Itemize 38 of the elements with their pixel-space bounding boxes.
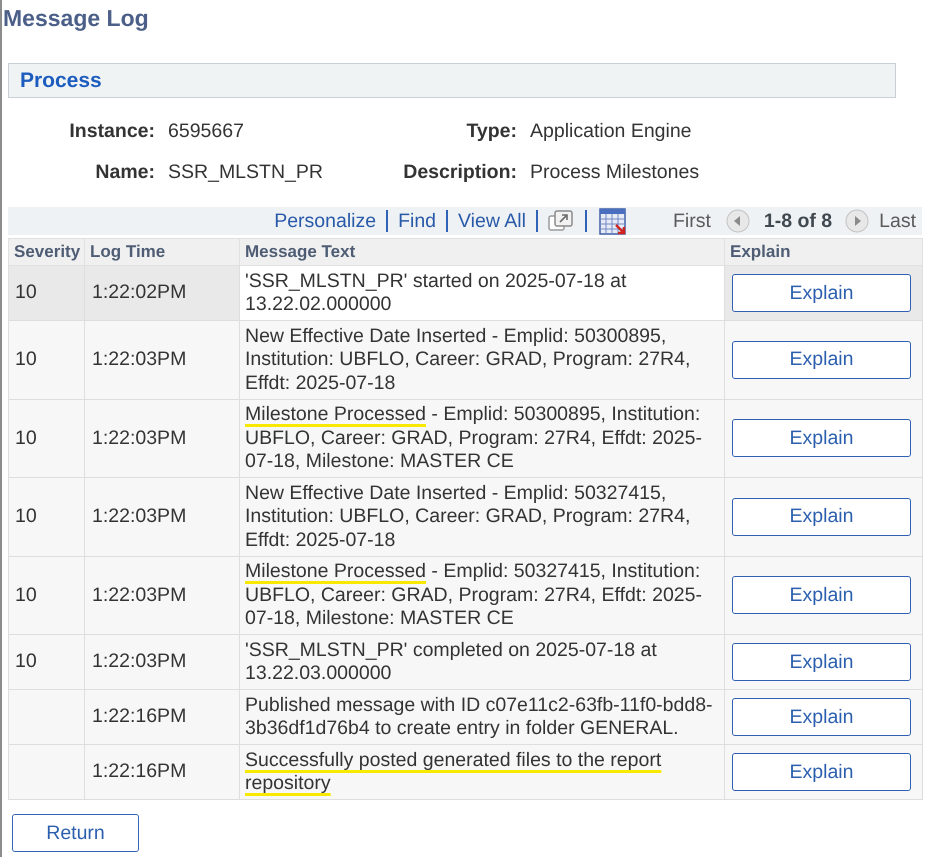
field-value: SSR_MLSTN_PR [168, 160, 323, 184]
field-value: Application Engine [530, 119, 692, 143]
toolbar-link[interactable]: Personalize [274, 209, 376, 233]
table-cell: Successfully posted generated files to the report repository [240, 744, 724, 800]
table-cell: 10 [8, 478, 84, 556]
section-header: Process [8, 63, 896, 98]
explain-button[interactable]: Explain [732, 340, 911, 379]
table-cell: New Effective Date Inserted - Emplid: 50327415, Institution: UBFLO, Career: GRAD, Program: 27R4, Effdt: 2025-07-18 [240, 478, 724, 556]
return-button[interactable]: Return [12, 814, 139, 852]
field-label: Description: [403, 160, 517, 184]
column-header: Log Time [84, 238, 240, 266]
toolbar-link[interactable]: Find [398, 209, 436, 233]
table-cell: 1:22:03PM [84, 320, 240, 399]
page-title: Message Log [3, 4, 149, 32]
explain-button[interactable]: Explain [732, 419, 911, 458]
column-header: Message Text [240, 238, 724, 266]
column-header: Explain [724, 238, 922, 266]
field-label: Instance: [69, 119, 155, 143]
new-window-icon[interactable] [548, 210, 573, 232]
column-header: Severity [8, 238, 84, 266]
table-cell: 1:22:16PM [84, 744, 240, 800]
explain-button[interactable]: Explain [732, 698, 911, 736]
table-cell: 'SSR_MLSTN_PR' started on 2025-07-18 at 13.22.02.000000 [240, 266, 724, 320]
explain-button[interactable]: Explain [732, 643, 911, 681]
explain-button[interactable]: Explain [732, 274, 911, 312]
field-label: Name: [95, 160, 155, 184]
table-cell: 1:22:03PM [84, 478, 240, 556]
explain-button[interactable]: Explain [732, 753, 911, 791]
spreadsheet-icon[interactable] [598, 208, 626, 234]
toolbar-link[interactable]: View All [458, 209, 526, 233]
table-cell: New Effective Date Inserted - Emplid: 50300895, Institution: UBFLO, Career: GRAD, Program: 27R4, Effdt: 2025-07-18 [240, 320, 724, 399]
explain-button[interactable]: Explain [732, 576, 911, 614]
field-value: 6595667 [168, 119, 244, 143]
field-label: Type: [466, 119, 517, 143]
explain-button[interactable]: Explain [732, 498, 911, 536]
table-cell: 10 [8, 320, 84, 399]
page-range: 1-8 of 8 [764, 209, 832, 233]
field-value: Process Milestones [530, 160, 700, 184]
